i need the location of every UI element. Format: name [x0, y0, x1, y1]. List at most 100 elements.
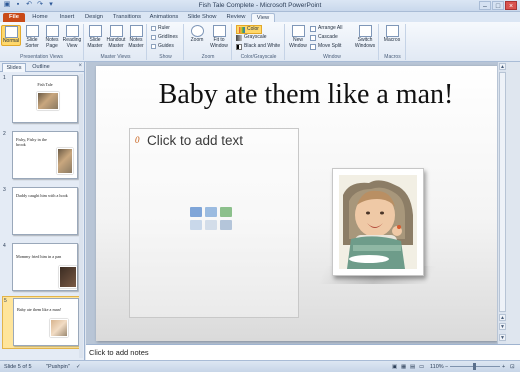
zoom-in-icon[interactable]: +	[502, 364, 505, 370]
slide-sorter-status-icon[interactable]: ▦	[401, 364, 406, 370]
insert-clipart-icon[interactable]	[205, 220, 217, 230]
zoom-level[interactable]: 110%	[430, 364, 444, 370]
reading-view-button[interactable]: Reading View	[61, 25, 83, 49]
insert-media-icon[interactable]	[220, 220, 232, 230]
slide-thumbnail-2[interactable]: 2 Fishy, Fishy in the brook	[2, 130, 80, 183]
normal-view-status-icon[interactable]: ▣	[392, 364, 397, 370]
slide-thumbnail-3[interactable]: 3 Daddy caught him with a hook	[2, 186, 80, 239]
tab-review[interactable]: Review	[223, 13, 249, 22]
fit-to-window-button[interactable]: Fit to Window	[208, 25, 230, 49]
status-bar: Slide 5 of 5 "Pushpin" ✓ ▣ ▦ ▤ ▭ 110% − …	[0, 360, 520, 372]
ribbon-tabs: File Home Insert Design Transitions Anim…	[0, 12, 520, 22]
move-split-label: Move Split	[318, 43, 342, 49]
tab-design[interactable]: Design	[81, 13, 107, 22]
reading-view-status-icon[interactable]: ▤	[410, 364, 415, 370]
maximize-icon[interactable]: □	[492, 1, 504, 10]
slide-editing-area: Baby ate them like a man! 0 Click to add…	[86, 62, 506, 344]
reading-view-icon	[65, 25, 79, 37]
tab-slide-show[interactable]: Slide Show	[185, 13, 219, 22]
notes-placeholder[interactable]: Click to add notes	[89, 348, 149, 357]
fish-image	[37, 92, 59, 110]
grayscale-button[interactable]: Grayscale	[236, 34, 267, 41]
tab-animations[interactable]: Animations	[147, 13, 181, 22]
slide-sorter-icon	[25, 25, 39, 37]
handout-master-button[interactable]: Handout Master	[105, 25, 127, 49]
tab-view[interactable]: View	[251, 13, 275, 22]
next-slide-icon[interactable]: ▼	[499, 323, 506, 330]
tab-outline[interactable]: Outline	[28, 63, 54, 72]
thumbnail-preview: Mommy fried him in a pan	[12, 243, 78, 291]
macros-label: Macros	[383, 37, 401, 43]
thumbnail-preview: Fish Tale	[12, 75, 78, 123]
slide-thumbnail-5[interactable]: 5 Baby ate them like a man!	[2, 296, 80, 349]
group-zoom: Zoom Fit to Window Zoom	[185, 24, 232, 60]
gridlines-checkbox[interactable]: Gridlines	[151, 34, 178, 41]
group-label: Master Views	[100, 54, 131, 60]
placeholder-text[interactable]: Click to add text	[147, 133, 243, 148]
tab-transitions[interactable]: Transitions	[109, 13, 145, 22]
insert-smartart-icon[interactable]	[220, 207, 232, 217]
zoom-button[interactable]: Zoom	[187, 25, 207, 44]
slide-title[interactable]: Baby ate them like a man!	[126, 79, 486, 111]
move-split-icon	[310, 43, 316, 50]
notes-master-button[interactable]: Notes Master	[126, 25, 146, 49]
arrange-all-button[interactable]: Arrange All	[310, 25, 342, 32]
slide-master-button[interactable]: Slide Master	[85, 25, 105, 49]
tab-insert[interactable]: Insert	[55, 13, 79, 22]
current-slide: Baby ate them like a man! 0 Click to add…	[96, 66, 497, 341]
bullet-icon: 0	[135, 135, 140, 145]
slides-pane-scrollbar[interactable]	[79, 74, 83, 358]
switch-windows-button[interactable]: Switch Windows	[352, 25, 378, 49]
color-button[interactable]: Color	[236, 25, 262, 34]
macros-icon	[385, 25, 399, 37]
scroll-up-icon[interactable]: ▲	[499, 63, 506, 70]
notes-page-button[interactable]: Notes Page	[42, 25, 62, 49]
new-window-button[interactable]: New Window	[288, 25, 308, 49]
thumbnail-title: Mommy fried him in a pan	[16, 254, 62, 259]
close-icon[interactable]: ×	[505, 1, 517, 10]
slide-thumbnail-1[interactable]: 1 Fish Tale	[2, 74, 80, 127]
previous-slide-icon[interactable]: ▲	[499, 314, 506, 321]
group-master-views: Slide Master Handout Master Notes Master…	[85, 24, 147, 60]
move-split-button[interactable]: Move Split	[310, 43, 341, 50]
guides-checkbox[interactable]: Guides	[151, 43, 174, 50]
ruler-checkbox[interactable]: Ruler	[151, 25, 170, 32]
notes-page-icon	[45, 25, 59, 37]
thumbnail-title: Fish Tale	[37, 82, 53, 87]
tab-file[interactable]: File	[3, 13, 25, 22]
zoom-out-icon[interactable]: −	[445, 364, 448, 370]
insert-table-icon[interactable]	[190, 207, 202, 217]
tab-slides[interactable]: Slides	[2, 63, 26, 72]
scrollbar-thumb[interactable]	[499, 72, 506, 312]
macros-button[interactable]: Macros	[382, 25, 402, 44]
spelling-icon[interactable]: ✓	[76, 364, 81, 370]
cascade-button[interactable]: Cascade	[310, 34, 338, 41]
group-label: Zoom	[201, 54, 215, 60]
group-show: Ruler Gridlines Guides Show	[148, 24, 184, 60]
baby-photo-frame[interactable]	[332, 168, 424, 276]
normal-view-button[interactable]: Normal	[1, 25, 21, 46]
insert-picture-icon[interactable]	[190, 220, 202, 230]
slide-show-status-icon[interactable]: ▭	[419, 364, 424, 370]
fit-slide-icon[interactable]: ⊡	[510, 364, 515, 370]
group-label: Color/Grayscale	[240, 54, 277, 60]
tab-home[interactable]: Home	[28, 13, 52, 22]
color-swatch-icon	[239, 26, 245, 33]
black-and-white-button[interactable]: Black and White	[236, 43, 280, 50]
zoom-slider-knob[interactable]	[473, 363, 476, 370]
insert-chart-icon[interactable]	[205, 207, 217, 217]
notes-pane[interactable]: Click to add notes	[86, 344, 520, 360]
slide-thumbnail-4[interactable]: 4 Mommy fried him in a pan	[2, 242, 80, 295]
normal-view-label: Normal	[2, 38, 20, 44]
slide-vertical-scrollbar[interactable]: ▲ ▲ ▼ ▼	[497, 62, 506, 344]
scroll-down-icon[interactable]: ▼	[499, 334, 506, 341]
content-placeholder[interactable]: 0 Click to add text	[129, 128, 299, 318]
thumbnail-preview: Fishy, Fishy in the brook	[12, 131, 78, 179]
notes-master-label: Notes Master	[128, 37, 144, 49]
thumbnail-preview: Baby ate them like a man!	[13, 298, 79, 346]
slide-sorter-button[interactable]: Slide Sorter	[22, 25, 42, 49]
guides-label: Guides	[158, 43, 174, 49]
minimize-icon[interactable]: –	[479, 1, 491, 10]
gridlines-check-icon	[151, 35, 156, 40]
close-icon[interactable]: ×	[78, 63, 82, 69]
